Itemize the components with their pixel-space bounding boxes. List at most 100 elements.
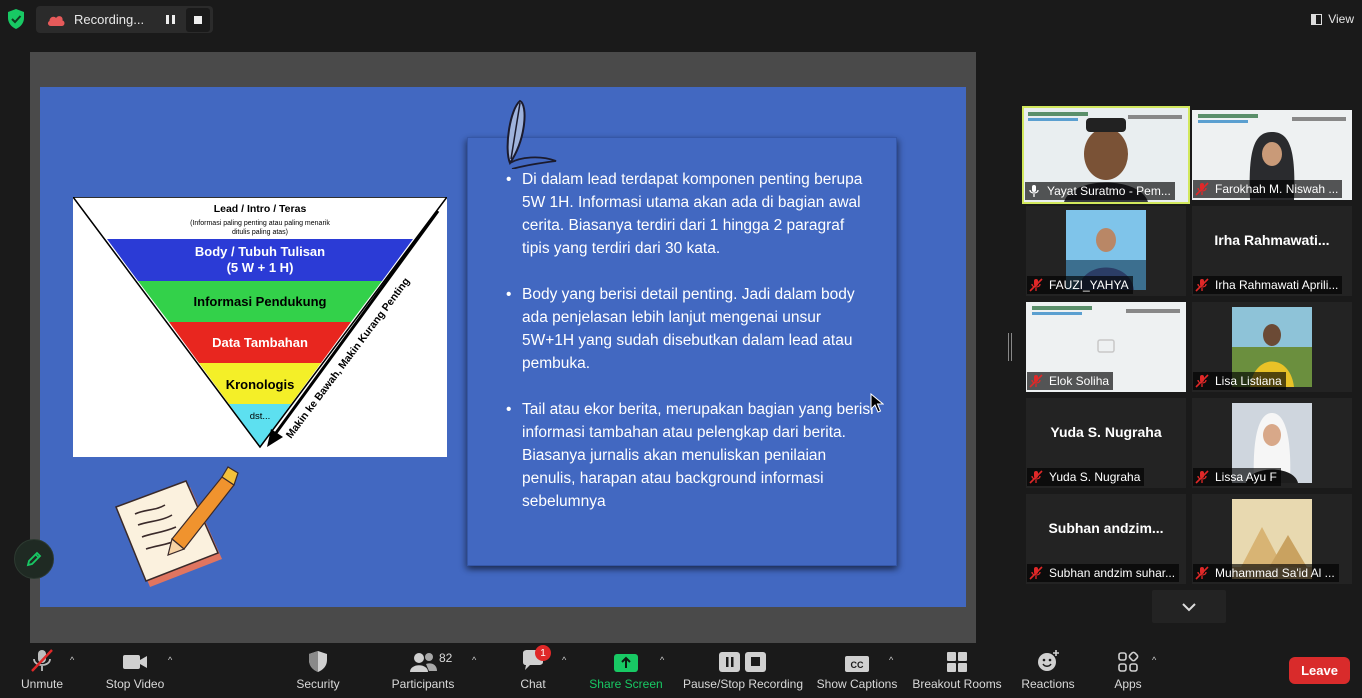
presentation-slide: Lead / Intro / Teras (Informasi paling p… (40, 87, 966, 607)
unmute-button[interactable]: Unmute (14, 643, 70, 698)
mic-muted-icon (1029, 278, 1043, 292)
participant-name: Irha Rahmawati... (1214, 232, 1330, 248)
participant-tile[interactable]: Yuda S. Nugraha Yuda S. Nugraha (1026, 398, 1186, 488)
participant-tile[interactable]: Subhan andzim... Subhan andzim suhar... (1026, 494, 1186, 584)
mic-muted-icon (31, 649, 53, 672)
video-camera-icon (123, 655, 147, 669)
fountain-pen-icon (506, 99, 557, 169)
participant-tile[interactable]: Irha Rahmawati... Irha Rahmawati Aprili.… (1192, 206, 1352, 296)
pyramid-level-5: Kronologis (226, 377, 295, 392)
pyramid-svg: Lead / Intro / Teras (Informasi paling p… (73, 197, 447, 449)
stop-video-button[interactable]: Stop Video (100, 643, 170, 698)
participant-tile[interactable]: Muhammad Sa'id Al ... (1192, 494, 1352, 584)
participant-label: Lissa Ayu F (1193, 468, 1281, 486)
audio-options-caret[interactable]: ^ (70, 655, 74, 665)
chat-unread-badge: 1 (535, 645, 551, 661)
mouse-cursor-icon (870, 393, 884, 413)
pause-stop-recording-button[interactable]: Pause/Stop Recording (682, 643, 804, 698)
participant-name: Yuda S. Nugraha (1050, 424, 1162, 440)
gallery-scroll-down-button[interactable] (1152, 590, 1226, 623)
bullet-text-card: Di dalam lead terdapat komponen penting … (467, 137, 897, 566)
pencil-icon (26, 551, 42, 567)
leave-button[interactable]: Leave (1289, 657, 1350, 684)
annotate-button[interactable] (14, 539, 54, 579)
reactions-smiley-icon (1038, 650, 1059, 671)
captions-options-caret[interactable]: ^ (889, 655, 893, 665)
participants-count: 82 (439, 651, 453, 665)
mic-icon (1029, 185, 1039, 197)
participant-tile[interactable]: Elok Soliha (1026, 302, 1186, 392)
mic-muted-icon (1195, 470, 1209, 484)
pyramid-top-title: Lead / Intro / Teras (214, 203, 307, 215)
participant-label: Elok Soliha (1027, 372, 1114, 390)
bullet-list: Di dalam lead terdapat komponen penting … (504, 168, 874, 536)
participant-tile[interactable]: Yayat Suratmo - Pem... (1022, 106, 1190, 204)
mic-muted-icon (1029, 470, 1043, 484)
pyramid-top-note-2: ditulis paling atas) (232, 229, 288, 236)
video-options-caret[interactable]: ^ (168, 655, 172, 665)
stop-icon (194, 15, 202, 24)
bullet-tail: Tail atau ekor berita, merupakan bagian … (504, 398, 874, 513)
participants-options-caret[interactable]: ^ (472, 655, 476, 665)
stop-recording-button[interactable] (186, 7, 210, 32)
participant-tile[interactable]: Lisa Listiana (1192, 302, 1352, 392)
participant-tile[interactable]: Lissa Ayu F (1192, 398, 1352, 488)
view-label: View (1328, 12, 1354, 26)
mic-muted-icon (1195, 566, 1209, 580)
notebook-pen-illustration (115, 466, 239, 587)
bullet-body: Body yang berisi detail penting. Jadi da… (504, 283, 874, 375)
share-screen-button[interactable]: Share Screen (588, 643, 664, 698)
view-button[interactable]: View (1311, 8, 1354, 30)
zoom-meeting-window: Recording... View Lead / Intro / Teras (… (0, 0, 1362, 698)
mic-muted-icon (1029, 374, 1043, 388)
reactions-button[interactable]: Reactions (1018, 643, 1078, 698)
pyramid-body-title: Body / Tubuh Tulisan (195, 244, 325, 259)
cloud-recording-icon (47, 15, 65, 26)
svg-text:CC: CC (851, 660, 864, 670)
breakout-rooms-grid-icon (947, 652, 967, 672)
show-captions-button[interactable]: CC Show Captions (816, 643, 898, 698)
security-shield-icon (309, 651, 327, 672)
apps-button[interactable]: Apps (1108, 643, 1148, 698)
bullet-lead: Di dalam lead terdapat komponen penting … (504, 168, 874, 260)
participant-label: Yayat Suratmo - Pem... (1025, 182, 1175, 200)
gallery-resize-handle[interactable] (1008, 333, 1012, 361)
share-options-caret[interactable]: ^ (660, 655, 664, 665)
pyramid-level-4: Data Tambahan (212, 335, 308, 350)
mic-muted-icon (1195, 182, 1209, 196)
participant-label: FAUZI_YAHYA (1027, 276, 1133, 294)
pyramid-top-note-1: (Informasi paling penting atau paling me… (190, 220, 330, 227)
mic-muted-icon (1195, 278, 1209, 292)
participant-label: Farokhah M. Niswah ... (1193, 180, 1343, 198)
participant-tile[interactable]: FAUZI_YAHYA (1026, 206, 1186, 296)
participants-icon (410, 653, 437, 672)
security-button[interactable]: Security (290, 643, 346, 698)
apps-icon (1118, 651, 1139, 672)
pyramid-body-sub: (5 W + 1 H) (227, 260, 294, 275)
pause-stop-icon (719, 652, 766, 672)
participant-label: Muhammad Sa'id Al ... (1193, 564, 1339, 582)
pause-recording-button[interactable] (158, 8, 182, 32)
pause-icon (165, 15, 175, 24)
participant-name: Subhan andzim... (1048, 520, 1164, 536)
inverted-pyramid-diagram: Lead / Intro / Teras (Informasi paling p… (73, 197, 447, 457)
closed-captions-icon: CC (845, 656, 869, 672)
participant-label: Lisa Listiana (1193, 372, 1286, 390)
recording-label: Recording... (74, 12, 145, 27)
participant-tile[interactable]: Farokhah M. Niswah ... (1192, 110, 1352, 200)
apps-options-caret[interactable]: ^ (1152, 655, 1156, 665)
breakout-rooms-button[interactable]: Breakout Rooms (910, 643, 1004, 698)
participant-label: Yuda S. Nugraha (1027, 468, 1145, 486)
participant-label: Subhan andzim suhar... (1027, 564, 1180, 582)
mic-muted-icon (1195, 374, 1209, 388)
chat-options-caret[interactable]: ^ (562, 655, 566, 665)
view-layout-icon (1311, 13, 1323, 25)
pyramid-level-3: Informasi Pendukung (194, 294, 327, 309)
meeting-toolbar: Unmute ^ Stop Video ^ Security Participa… (0, 643, 1362, 698)
security-shield-icon[interactable] (6, 8, 26, 30)
participant-label: Irha Rahmawati Aprili... (1193, 276, 1343, 294)
recording-indicator: Recording... (36, 6, 213, 33)
share-screen-arrow-icon (614, 654, 638, 672)
pyramid-level-6: dst... (250, 411, 271, 422)
chevron-down-icon (1182, 602, 1196, 611)
